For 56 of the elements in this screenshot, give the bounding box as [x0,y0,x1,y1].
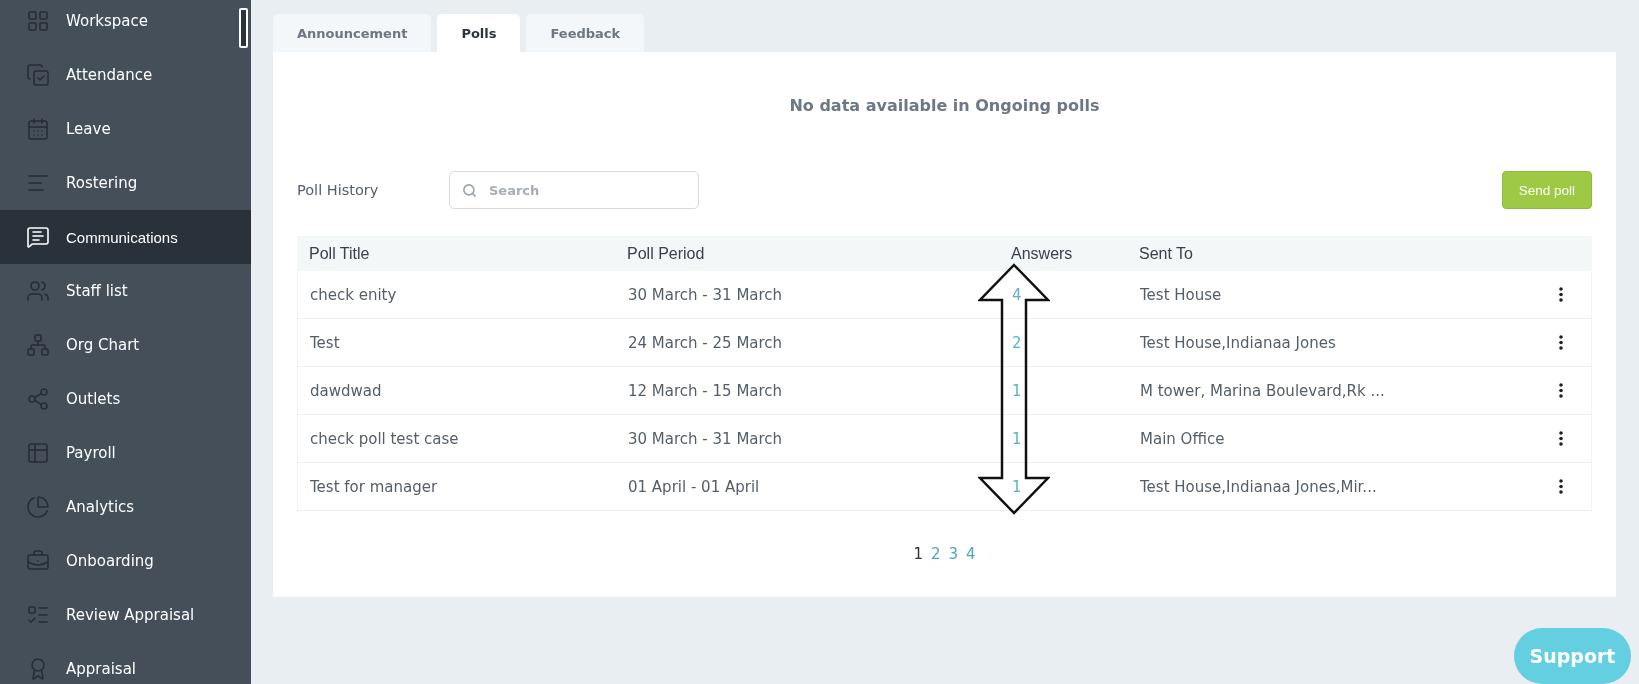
search-icon [462,182,477,198]
scrollbar-thumb[interactable] [239,8,248,48]
tab[interactable]: Announcement [273,14,432,52]
page-link[interactable]: 1 [913,545,923,563]
table-cell-text: 24 March - 25 March [628,333,784,352]
connected-nodes-icon [26,387,50,411]
tab[interactable]: Feedback [526,14,645,52]
table-cell-text: Test for manager [310,477,439,496]
sidebar-item[interactable]: Staff list [0,264,251,318]
table-cell-text: Test House,Indianaa Jones,Mir... [1140,477,1378,496]
table-cell-text: check poll test case [310,429,460,448]
column-header: Poll Period [627,244,706,263]
table-cell-text: Test [310,333,341,352]
kebab-icon [1559,287,1563,302]
calendar-icon [26,117,50,141]
chat-icon [26,225,50,249]
column-header: Poll Title [309,244,371,263]
table-icon [26,441,50,465]
empty-message: No data available in Ongoing polls [788,96,1101,115]
people-icon [26,279,50,303]
sidebar-item[interactable]: Payroll [0,426,251,480]
checked-copies-icon [26,63,50,87]
table-cell-text: dawdwad [310,381,383,400]
sidebar-item[interactable]: Analytics [0,480,251,534]
kebab-icon [1559,383,1563,398]
kebab-icon [1559,431,1563,446]
kebab-icon [1559,479,1563,494]
sidebar-item[interactable]: Org Chart [0,318,251,372]
table-cell-text: 12 March - 15 March [628,381,784,400]
sidebar-item[interactable]: Onboarding [0,534,251,588]
sidebar-item[interactable]: Attendance [0,48,251,102]
kebab-icon [1559,335,1563,350]
table-cell-text: check enity [310,285,398,304]
table-cell-text: M tower, Marina Boulevard,Rk ... [1140,381,1386,400]
table-cell-text: 30 March - 31 March [628,429,784,448]
table-cell-text: Test House,Indianaa Jones [1140,333,1337,352]
sidebar-item[interactable]: Workspace [0,0,251,48]
sidebar-item[interactable]: Review Appraisal [0,588,251,642]
search-field[interactable]: Search [449,171,699,209]
table-cell-text: 30 March - 31 March [628,285,784,304]
sidebar-item[interactable]: Rostering [0,156,251,210]
pie-chart-icon [26,495,50,519]
tab[interactable]: Polls [437,14,521,52]
table-cell-text: Main Office [1140,429,1226,448]
sidebar-item[interactable]: Appraisal [0,642,251,684]
section-label: Poll History [297,182,380,198]
sidebar-item[interactable]: Outlets [0,372,251,426]
table-cell-text: 01 April - 01 April [628,477,761,496]
column-header: Sent To [1139,244,1194,263]
grid-icon [26,9,50,33]
briefcase-icon [26,549,50,573]
table-cell-text: Test House [1140,285,1223,304]
column-header: Answers [1011,244,1074,263]
sidebar-item[interactable]: Communications [0,210,251,264]
hierarchy-icon [26,333,50,357]
sidebar-item[interactable]: Leave [0,102,251,156]
